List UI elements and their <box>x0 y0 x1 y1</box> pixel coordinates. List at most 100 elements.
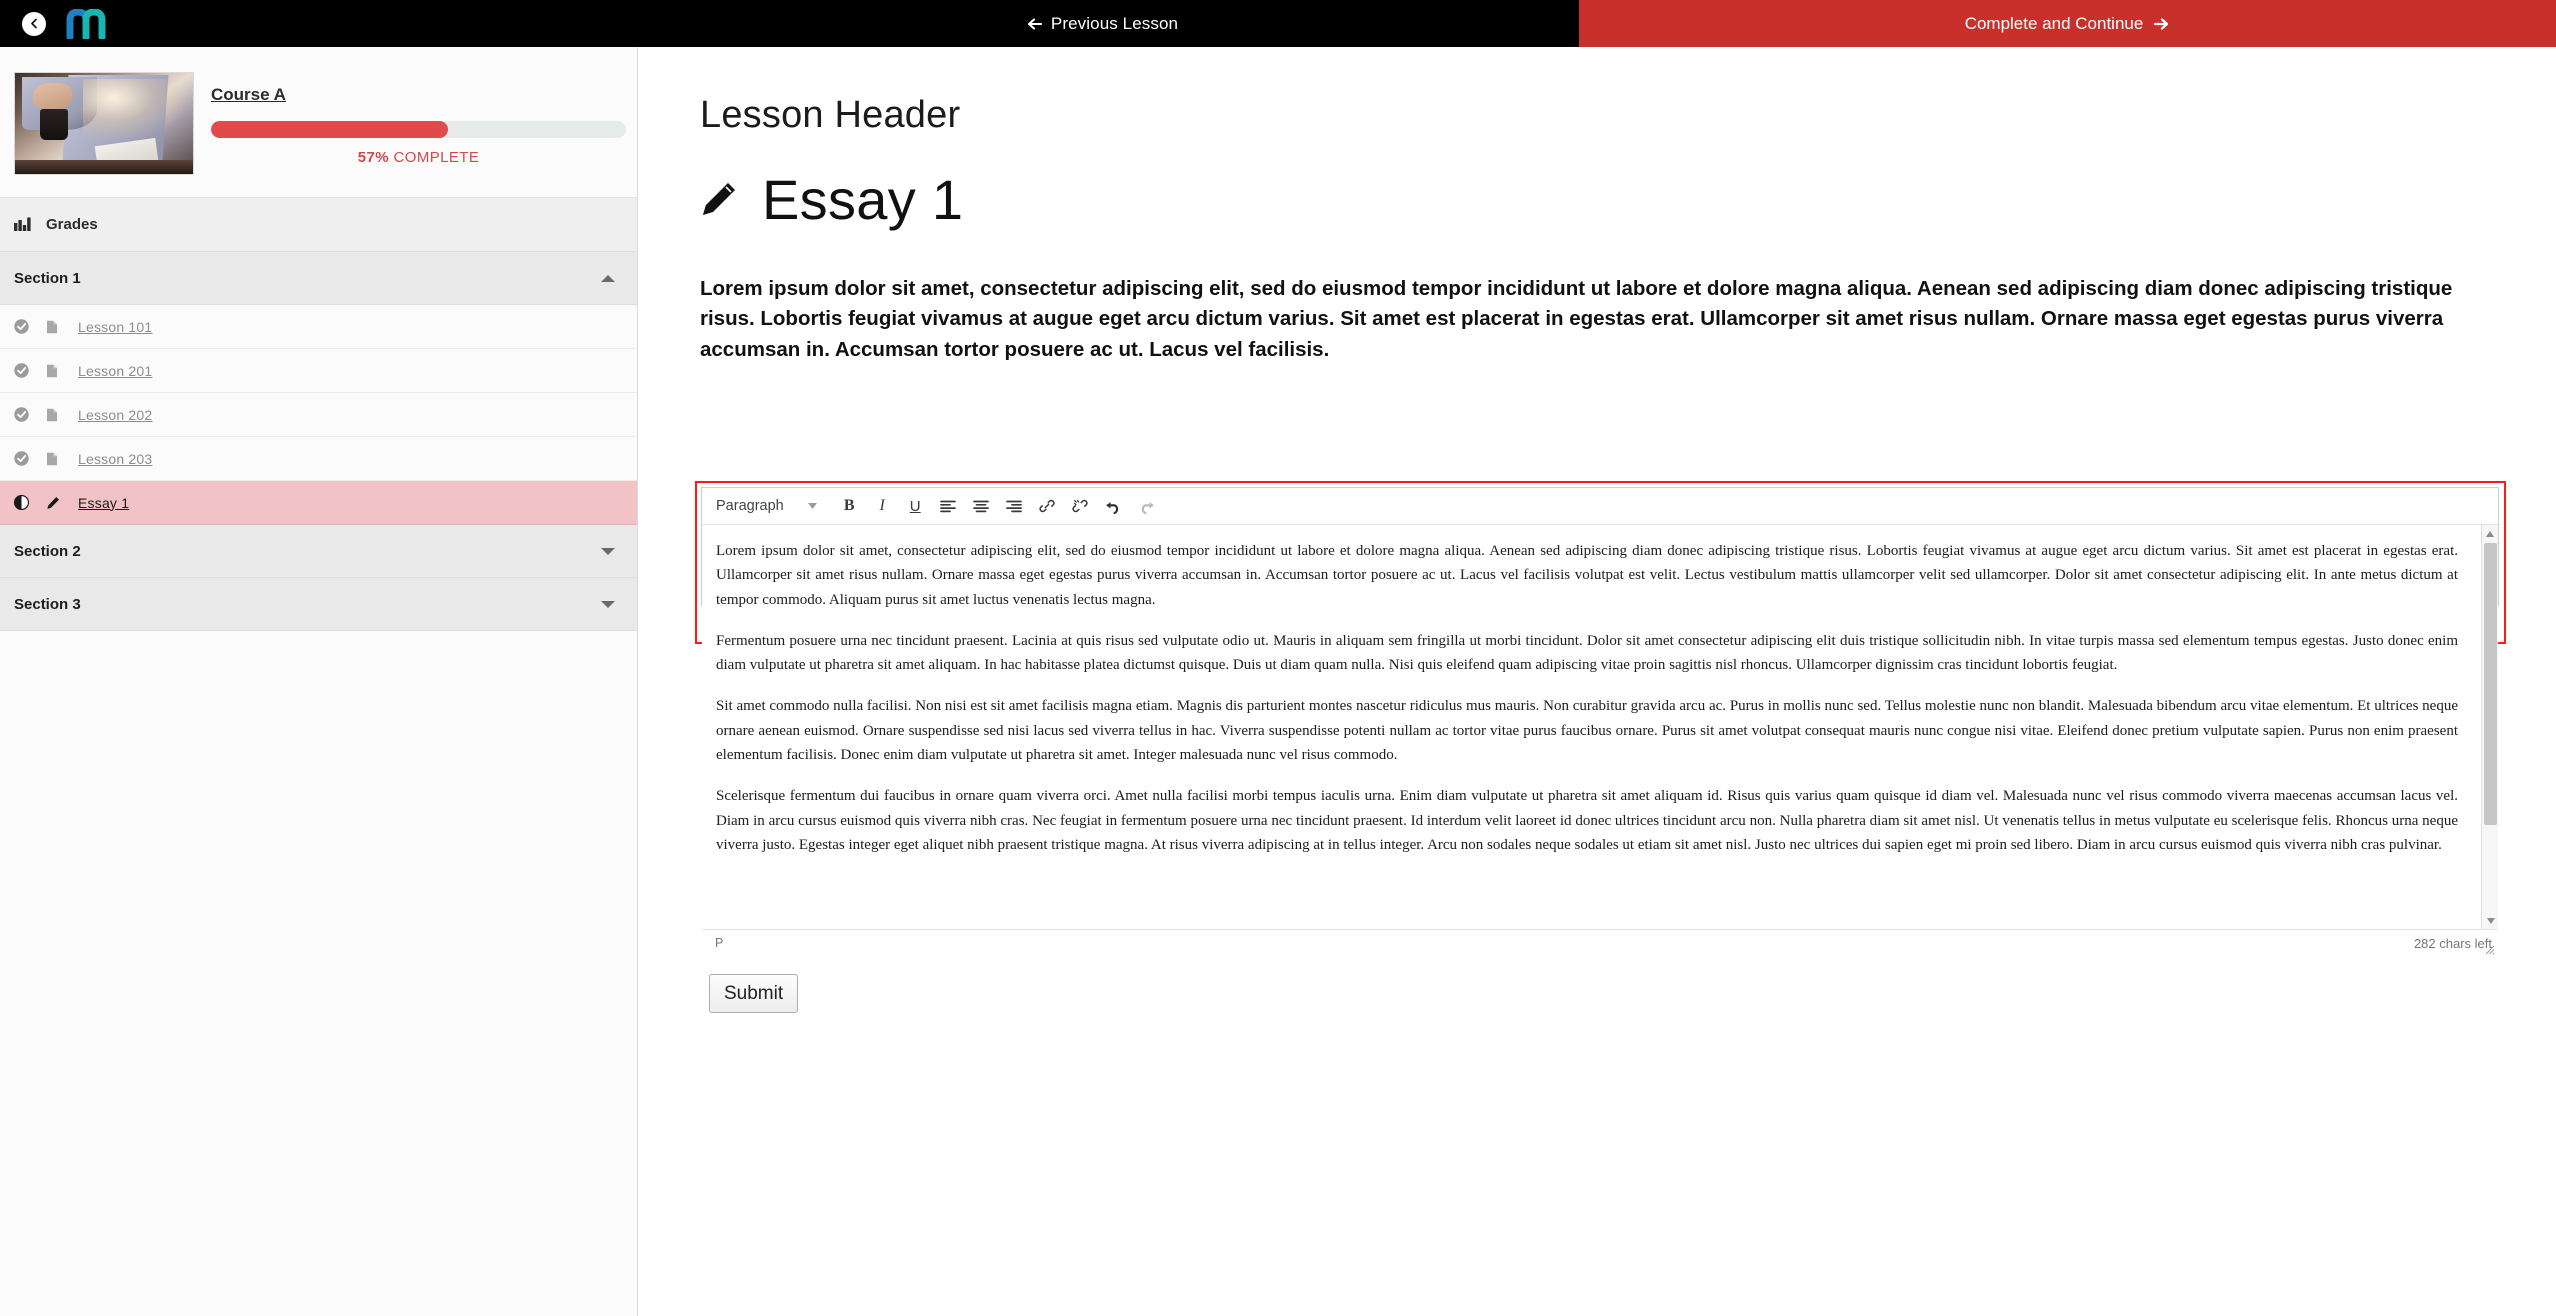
link-button[interactable] <box>1031 491 1064 521</box>
unlink-button[interactable] <box>1064 491 1097 521</box>
editor-content-area[interactable]: Lorem ipsum dolor sit amet, consectetur … <box>702 525 2498 929</box>
pencil-icon <box>47 496 59 509</box>
lesson-status <box>14 363 46 378</box>
redo-icon <box>1141 501 1154 514</box>
course-progress-complete-text: COMPLETE <box>393 149 480 166</box>
lesson-header-title: Lesson Header <box>700 94 961 136</box>
sidebar-section-header[interactable]: Section 2 <box>0 525 637 578</box>
sidebar-item-lesson-201[interactable]: Lesson 201 <box>0 349 637 393</box>
previous-lesson-label: Previous Lesson <box>1050 13 1179 33</box>
course-summary: Course A 57% COMPLETE <box>0 47 637 198</box>
sidebar-section-header[interactable]: Section 3 <box>0 578 637 631</box>
align-center-button[interactable] <box>965 491 998 521</box>
rich-text-editor: Paragraph B I U Lorem ipsum dolor sit am… <box>701 487 2499 956</box>
format-select-value: Paragraph <box>716 498 784 514</box>
course-progress-label: 57% COMPLETE <box>211 149 626 166</box>
editor-paragraph: Sit amet commodo nulla facilisi. Non nis… <box>716 698 2458 764</box>
lesson-intro-paragraph: Lorem ipsum dolor sit amet, consectetur … <box>700 277 2453 361</box>
chart-bar-icon <box>14 217 31 231</box>
link-icon <box>1039 499 1055 513</box>
course-meta: Course A 57% COMPLETE <box>211 72 626 166</box>
chevron-left-circle-icon <box>30 18 37 29</box>
course-progress-percent: 57% <box>357 149 389 166</box>
caret-down-icon[interactable] <box>601 600 615 608</box>
redo-button[interactable] <box>1130 491 1163 521</box>
complete-and-continue-button[interactable]: Complete and Continue <box>1579 0 2556 47</box>
sidebar-item-lesson-202[interactable]: Lesson 202 <box>0 393 637 437</box>
align-right-icon <box>1006 500 1023 512</box>
sidebar-item-label: Lesson 201 <box>78 362 153 379</box>
sidebar-section-header[interactable]: Section 1 <box>0 252 637 305</box>
resize-grip-icon[interactable] <box>2483 943 2495 955</box>
sidebar-item-essay-1[interactable]: Essay 1 <box>0 481 637 525</box>
pencil-icon <box>703 182 735 215</box>
caret-up-icon[interactable] <box>601 274 615 282</box>
lesson-status <box>14 319 46 334</box>
arrow-left-icon <box>1027 17 1042 30</box>
top-navigation-bar: Previous Lesson Complete and Continue <box>0 0 2556 47</box>
scroll-up-button[interactable] <box>2482 525 2498 542</box>
sidebar-item-grades[interactable]: Grades <box>0 198 637 252</box>
file-text-icon <box>47 320 57 333</box>
lesson-main-content: Lesson Header Essay 1 Lorem ipsum dolor … <box>639 47 2556 1316</box>
back-button[interactable] <box>22 11 46 36</box>
file-text-icon <box>47 408 57 421</box>
course-progress-fill <box>211 121 448 138</box>
essay-title-text: Essay 1 <box>762 168 964 231</box>
format-select[interactable]: Paragraph <box>712 498 827 514</box>
sidebar-item-label: Lesson 202 <box>78 406 153 423</box>
check-circle-icon <box>14 319 29 334</box>
m-logo-icon[interactable] <box>66 8 112 39</box>
lesson-status <box>14 407 46 422</box>
bold-button[interactable]: B <box>833 491 866 521</box>
caret-up-icon <box>2486 530 2494 537</box>
course-progress-bar <box>211 121 626 138</box>
complete-and-continue-inner: Complete and Continue <box>1965 14 2171 34</box>
align-left-button[interactable] <box>932 491 965 521</box>
sidebar-section-label: Section 1 <box>14 269 81 287</box>
lesson-status <box>14 495 46 510</box>
sidebar-item-label: Lesson 203 <box>78 450 153 467</box>
underline-button[interactable]: U <box>899 491 932 521</box>
italic-button[interactable]: I <box>866 491 899 521</box>
editor-text[interactable]: Lorem ipsum dolor sit amet, consectetur … <box>702 525 2498 884</box>
submit-button[interactable]: Submit <box>709 974 799 1013</box>
course-title-link[interactable]: Course A <box>211 85 286 105</box>
editor-scrollbar[interactable] <box>2481 525 2498 929</box>
caret-down-icon[interactable] <box>601 547 615 555</box>
editor-paragraph: Scelerisque fermentum dui faucibus in or… <box>716 788 2458 853</box>
topbar-left-region <box>0 0 638 47</box>
caret-down-icon <box>2486 917 2495 924</box>
topbar-center-region: Previous Lesson <box>638 0 1579 47</box>
lesson-type <box>46 408 78 422</box>
chars-left-counter: 282 chars left <box>2413 935 2492 951</box>
editor-paragraph: Fermentum posuere urna nec tincidunt pra… <box>716 632 2458 674</box>
editor-paragraph: Lorem ipsum dolor sit amet, consectetur … <box>716 543 2458 608</box>
align-right-button[interactable] <box>998 491 1031 521</box>
course-sidebar: Course A 57% COMPLETE Grades Section 1 Le… <box>0 47 638 1316</box>
lesson-type <box>46 452 78 466</box>
sidebar-item-grades-label: Grades <box>46 216 98 233</box>
sidebar-item-lesson-101[interactable]: Lesson 101 <box>0 305 637 349</box>
half-circle-icon <box>14 495 29 510</box>
file-text-icon <box>47 364 57 377</box>
lesson-status <box>14 451 46 466</box>
align-left-icon <box>940 500 957 512</box>
check-circle-icon <box>14 451 29 466</box>
arrow-right-icon <box>2154 17 2169 30</box>
previous-lesson-button[interactable]: Previous Lesson <box>1027 14 1178 34</box>
complete-and-continue-label: Complete and Continue <box>1964 13 2144 33</box>
element-path[interactable]: P <box>715 936 724 950</box>
file-text-icon <box>47 452 57 465</box>
check-circle-icon <box>14 407 29 422</box>
scroll-down-button[interactable] <box>2482 912 2498 929</box>
undo-icon <box>1106 501 1118 514</box>
editor-scrollbar-thumb[interactable] <box>2484 543 2497 825</box>
editor-toolbar: Paragraph B I U <box>702 488 2498 525</box>
lesson-type <box>46 320 78 334</box>
sidebar-item-label: Lesson 101 <box>78 318 153 335</box>
unlink-icon <box>1072 499 1088 513</box>
undo-button[interactable] <box>1097 491 1130 521</box>
sidebar-item-lesson-203[interactable]: Lesson 203 <box>0 437 637 481</box>
sidebar-section-label: Section 3 <box>14 595 81 613</box>
